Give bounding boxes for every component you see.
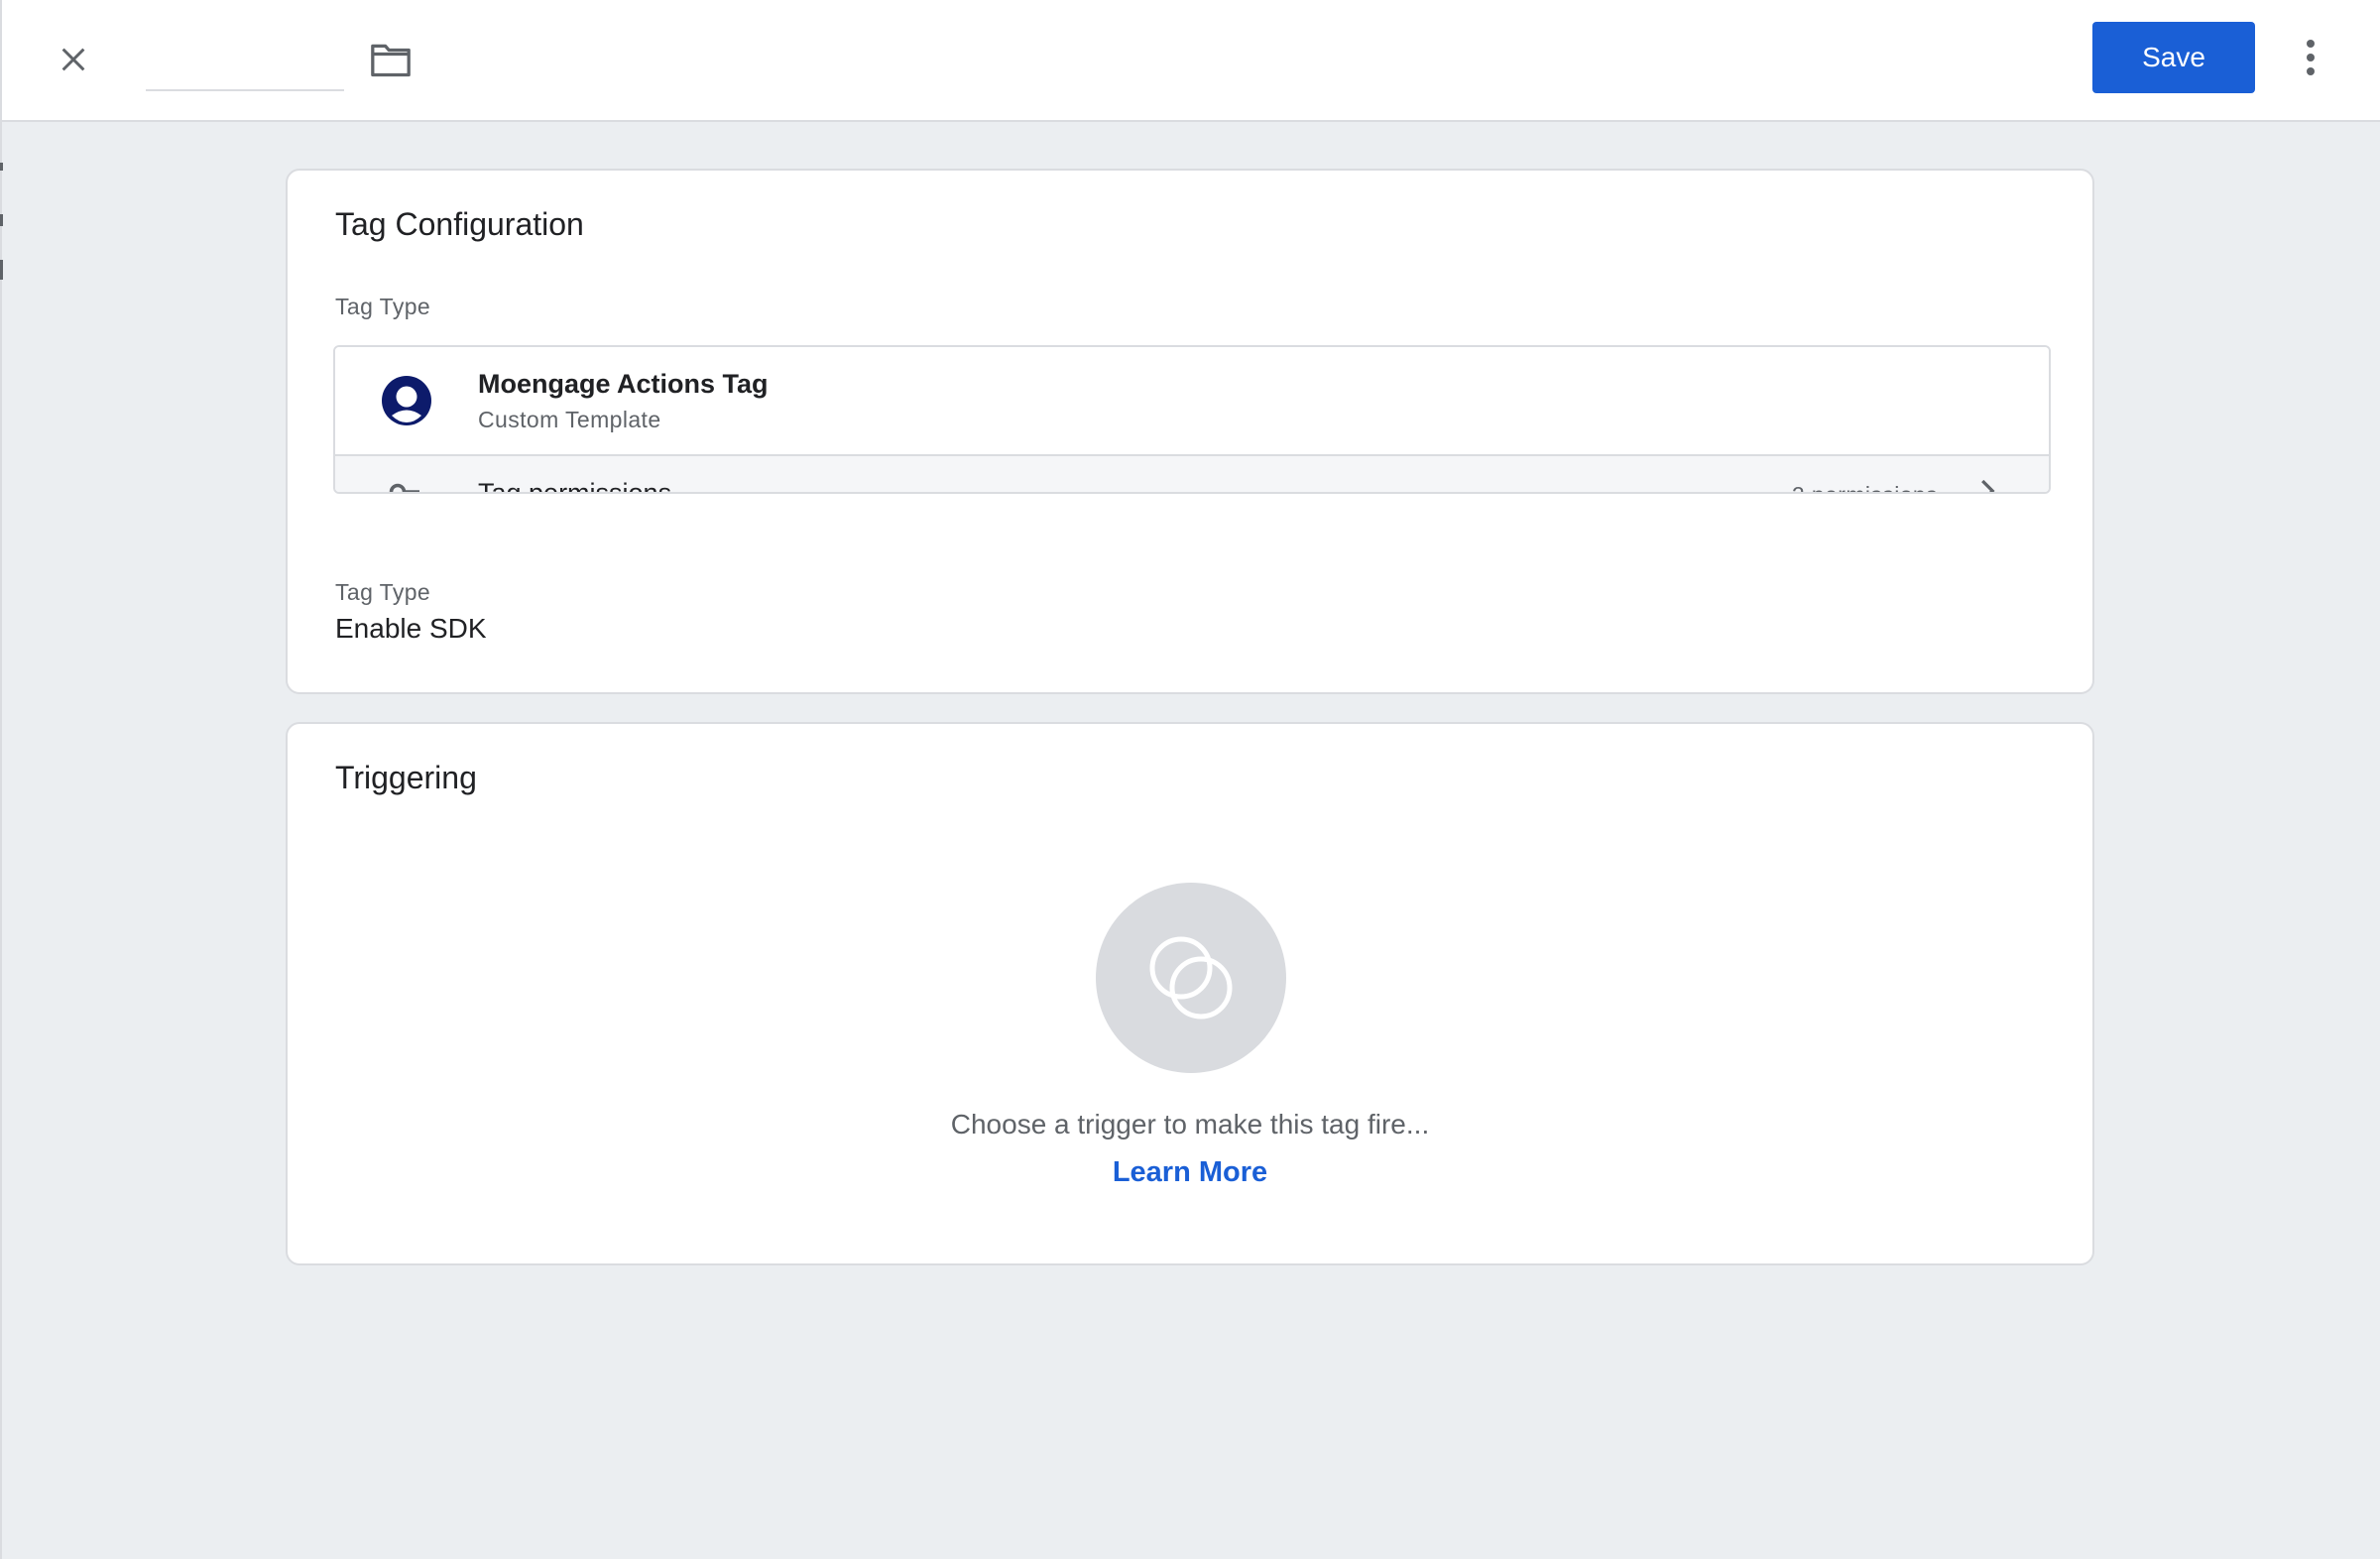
tag-permissions-row[interactable]: Tag permissions 2 permissions — [335, 454, 2049, 494]
choose-trigger-button[interactable] — [1096, 883, 1286, 1073]
tag-type-item[interactable]: Moengage Actions Tag Custom Template — [335, 347, 2049, 454]
folder-button[interactable] — [365, 34, 416, 85]
close-icon — [61, 48, 85, 71]
top-bar: Save — [0, 0, 2380, 122]
card-title: Triggering — [335, 760, 477, 795]
tag-type-subtitle: Custom Template — [478, 407, 661, 432]
more-options-button[interactable] — [2289, 30, 2332, 85]
permissions-count: 2 permissions — [1792, 482, 1938, 492]
learn-more-link[interactable]: Learn More — [288, 1156, 2092, 1189]
more-vert-icon — [2307, 40, 2315, 75]
section-label: Tag Type — [335, 294, 431, 319]
parameter-value: Enable SDK — [335, 613, 487, 644]
trigger-icon — [1149, 936, 1233, 1019]
tag-name-input[interactable] — [146, 38, 344, 91]
edge-tick — [0, 163, 3, 171]
tag-type-name: Moengage Actions Tag — [478, 369, 769, 399]
close-button[interactable] — [48, 30, 99, 89]
edge-tick — [0, 260, 3, 280]
triggering-card[interactable]: Triggering Choose a trigger to make this… — [286, 722, 2094, 1265]
save-button[interactable]: Save — [2092, 22, 2255, 93]
key-icon — [389, 483, 420, 492]
tag-permissions-label: Tag permissions — [478, 478, 672, 494]
folder-icon — [371, 44, 411, 77]
tag-type-selector: Moengage Actions Tag Custom Template Tag… — [333, 345, 2051, 494]
avatar-icon — [382, 376, 431, 425]
card-title: Tag Configuration — [335, 206, 584, 242]
left-edge-divider — [0, 120, 2, 1559]
trigger-hint-text: Choose a trigger to make this tag fire..… — [950, 1109, 1430, 1139]
chevron-right-icon — [1981, 479, 1995, 492]
edge-tick — [0, 214, 3, 226]
tag-configuration-card[interactable]: Tag Configuration Tag Type Tag Type Moen… — [286, 169, 2094, 694]
parameter-label: Tag Type — [335, 579, 431, 605]
